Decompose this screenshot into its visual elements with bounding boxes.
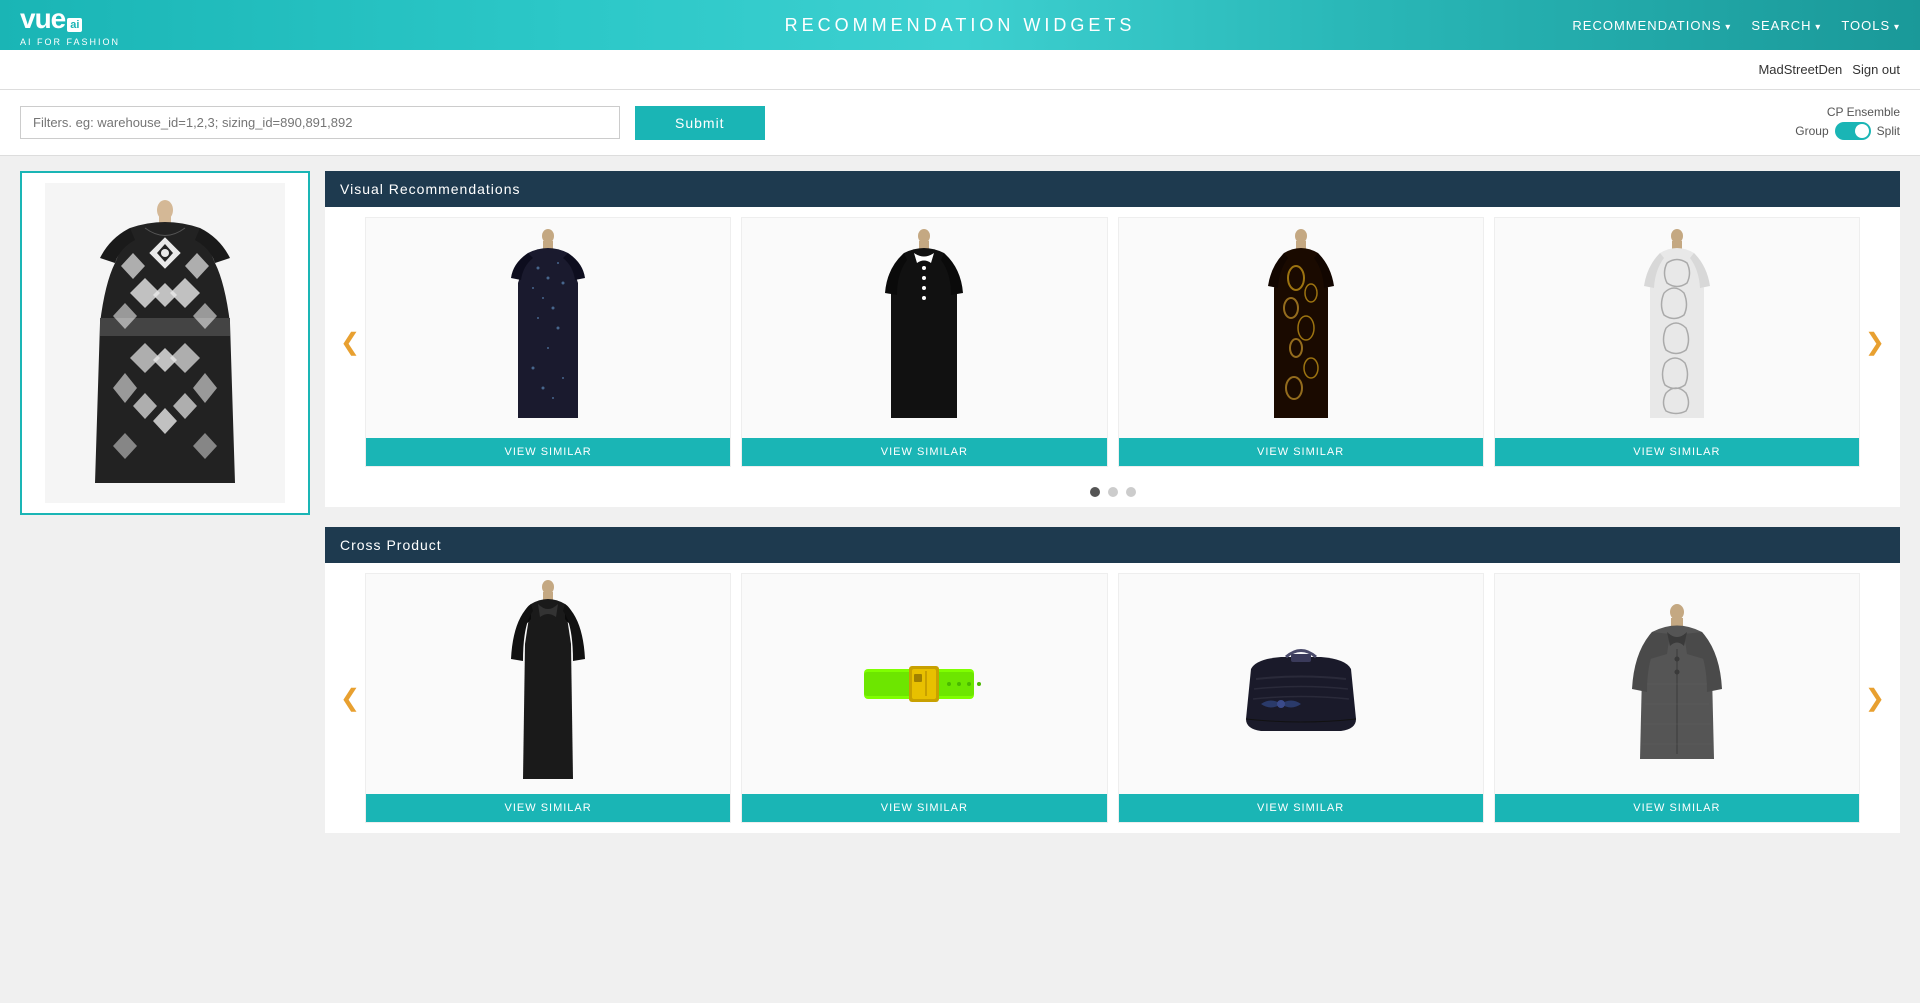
header-nav: RECOMMENDATIONS SEARCH TOOLS	[1572, 18, 1900, 33]
header-title: RECOMMENDATION WIDGETS	[785, 15, 1136, 36]
cross-product-title: Cross Product	[340, 537, 442, 553]
cross-product-3: VIEW SIMILAR	[1118, 573, 1484, 823]
bag-svg	[1231, 629, 1371, 739]
visual-product-3: VIEW SIMILAR	[1118, 217, 1484, 467]
nav-recommendations[interactable]: RECOMMENDATIONS	[1572, 18, 1731, 33]
visual-recommendations-title: Visual Recommendations	[340, 181, 521, 197]
dress-4-svg	[1622, 228, 1732, 428]
cross-product-carousel: ❮	[325, 563, 1900, 833]
cross-view-similar-3[interactable]: VIEW SIMILAR	[1119, 794, 1483, 822]
dress-3-svg	[1246, 228, 1356, 428]
selected-product	[20, 171, 310, 515]
cross-product-section: Cross Product ❮	[325, 527, 1900, 833]
cross-products-grid: VIEW SIMILAR	[365, 573, 1860, 823]
visual-prev-button[interactable]: ❮	[330, 318, 370, 367]
toggle-area: CP Ensemble Group Split	[1795, 105, 1900, 140]
nav-search[interactable]: SEARCH	[1751, 18, 1821, 33]
sub-header: MadStreetDen Sign out	[0, 50, 1920, 90]
dot-3[interactable]	[1126, 487, 1136, 497]
cross-product-header: Cross Product	[325, 527, 1900, 563]
cross-product-2: VIEW SIMILAR	[741, 573, 1107, 823]
view-similar-3[interactable]: VIEW SIMILAR	[1119, 438, 1483, 466]
product-1-image	[366, 218, 730, 438]
selected-dress-svg	[65, 198, 265, 488]
logo-sub: AI FOR FASHION	[20, 37, 120, 47]
visual-recommendations-header: Visual Recommendations	[325, 171, 1900, 207]
search-input[interactable]	[20, 106, 620, 139]
search-area: Submit CP Ensemble Group Split	[0, 90, 1920, 156]
toggle-row: Group Split	[1795, 122, 1900, 140]
visual-recommendations-carousel: ❮	[325, 207, 1900, 477]
cross-view-similar-4[interactable]: VIEW SIMILAR	[1495, 794, 1859, 822]
header: vueai AI FOR FASHION RECOMMENDATION WIDG…	[0, 0, 1920, 50]
main-content: Visual Recommendations ❮	[0, 156, 1920, 868]
view-similar-4[interactable]: VIEW SIMILAR	[1495, 438, 1859, 466]
visual-next-button[interactable]: ❯	[1855, 318, 1895, 367]
product-3-image	[1119, 218, 1483, 438]
username-label: MadStreetDen	[1758, 62, 1842, 77]
view-similar-1[interactable]: VIEW SIMILAR	[366, 438, 730, 466]
belt-svg	[854, 644, 994, 724]
dot-2[interactable]	[1108, 487, 1118, 497]
group-split-toggle[interactable]	[1835, 122, 1871, 140]
group-label: Group	[1795, 124, 1828, 138]
visual-product-2: VIEW SIMILAR	[741, 217, 1107, 467]
split-label: Split	[1877, 124, 1900, 138]
dress-2-svg	[869, 228, 979, 428]
coat-svg	[493, 579, 603, 789]
cross-product-2-image	[742, 574, 1106, 794]
product-2-image	[742, 218, 1106, 438]
cross-view-similar-1[interactable]: VIEW SIMILAR	[366, 794, 730, 822]
cross-next-button[interactable]: ❯	[1855, 674, 1895, 723]
logo-vue: vue	[20, 3, 65, 34]
cross-product-4-image	[1495, 574, 1859, 794]
cross-product-1-image	[366, 574, 730, 794]
cross-prev-button[interactable]: ❮	[330, 674, 370, 723]
cross-product-1: VIEW SIMILAR	[365, 573, 731, 823]
selected-product-image	[45, 183, 285, 503]
jacket-svg	[1612, 604, 1742, 764]
visual-products-grid: VIEW SIMILAR	[365, 217, 1860, 467]
dress-1-svg	[493, 228, 603, 428]
logo-area: vueai AI FOR FASHION	[20, 3, 120, 47]
pagination-dots	[325, 477, 1900, 507]
view-similar-2[interactable]: VIEW SIMILAR	[742, 438, 1106, 466]
cross-view-similar-2[interactable]: VIEW SIMILAR	[742, 794, 1106, 822]
user-info: MadStreetDen Sign out	[1758, 62, 1900, 77]
visual-product-1: VIEW SIMILAR	[365, 217, 731, 467]
cross-product-4: VIEW SIMILAR	[1494, 573, 1860, 823]
product-4-image	[1495, 218, 1859, 438]
signout-button[interactable]: Sign out	[1852, 62, 1900, 77]
logo-ai-badge: ai	[67, 18, 82, 32]
visual-product-4: VIEW SIMILAR	[1494, 217, 1860, 467]
nav-tools[interactable]: TOOLS	[1841, 18, 1900, 33]
visual-recommendations-section: Visual Recommendations ❮	[325, 171, 1900, 507]
cross-product-3-image	[1119, 574, 1483, 794]
dot-1[interactable]	[1090, 487, 1100, 497]
cp-ensemble-label: CP Ensemble	[1827, 105, 1900, 119]
submit-button[interactable]: Submit	[635, 106, 765, 140]
recommendations-area: Visual Recommendations ❮	[325, 171, 1900, 833]
